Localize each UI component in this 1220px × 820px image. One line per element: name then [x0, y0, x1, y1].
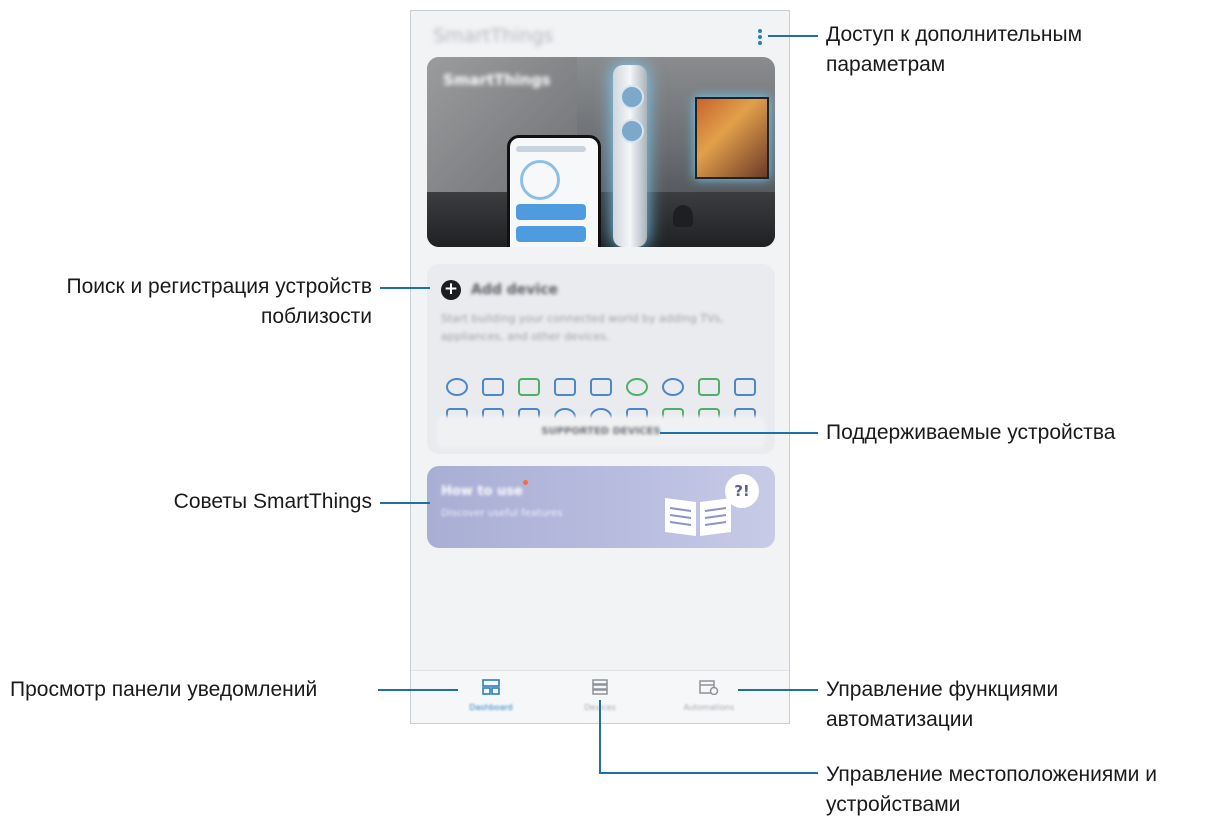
how-to-use-title: How to use [441, 484, 523, 499]
hero-banner[interactable]: SmartThings [427, 57, 775, 247]
headphones-icon [626, 378, 648, 396]
callout-line-devices-vertical [599, 700, 601, 774]
tab-automations-label: Automations [683, 703, 735, 712]
tv-icon [590, 378, 612, 396]
bulb-icon [482, 378, 504, 396]
hero-title: SmartThings [443, 71, 551, 89]
phone-mockup-image [507, 135, 601, 247]
robot-vacuum-icon [662, 378, 684, 396]
annotation-add-device: Поиск и регистрация устройств поблизости [66, 275, 372, 328]
add-device-title: Add device [471, 282, 558, 298]
how-to-use-card[interactable]: How to use Discover useful features ?! [427, 466, 775, 548]
how-to-use-subtitle: Discover useful features [441, 508, 563, 519]
annotation-devices: Управление местоположениями и устройства… [826, 763, 1157, 816]
callout-line-supported [660, 432, 818, 434]
annotation-automations: Управление функциями автоматизации [826, 678, 1059, 731]
annotation-supported-devices: Поддерживаемые устройства [826, 421, 1116, 444]
question-bubble-icon: ?! [725, 474, 759, 508]
sensor-icon [554, 378, 576, 396]
tab-dashboard-label: Dashboard [469, 703, 513, 712]
oven-icon [734, 378, 756, 396]
more-options-icon[interactable] [753, 27, 767, 49]
new-badge [523, 480, 528, 485]
add-icon[interactable]: + [441, 280, 461, 300]
callout-line-devices-horizontal [599, 772, 818, 774]
book-icon [665, 498, 731, 536]
washer-icon [518, 378, 540, 396]
add-device-description: Start building your connected world by a… [441, 312, 724, 343]
air-purifier-image [613, 65, 647, 247]
tab-automations[interactable]: Automations [659, 679, 759, 712]
callout-line-tips [380, 502, 430, 504]
callout-line-add [380, 287, 430, 289]
annotation-more-options: Доступ к дополнительным параметрам [826, 23, 1083, 76]
annotation-dashboard: Просмотр панели уведомлений [10, 678, 318, 701]
add-device-card[interactable]: + Add device Start building your connect… [427, 264, 775, 454]
automations-icon [699, 680, 719, 696]
tab-dashboard[interactable]: Dashboard [441, 679, 541, 712]
callout-line-more [768, 35, 818, 37]
phone-screen: SmartThings SmartThings + Add device Sta… [410, 10, 790, 724]
devices-icon [592, 679, 608, 695]
app-title: SmartThings [433, 25, 554, 47]
speaker-image [673, 205, 693, 227]
annotation-tips: Советы SmartThings [173, 490, 372, 513]
callout-line-automations [738, 689, 818, 691]
camera-icon [698, 378, 720, 396]
callout-line-dashboard [378, 689, 458, 691]
dashboard-icon [482, 679, 500, 695]
tv-image [695, 97, 769, 179]
speaker-icon [446, 378, 468, 396]
